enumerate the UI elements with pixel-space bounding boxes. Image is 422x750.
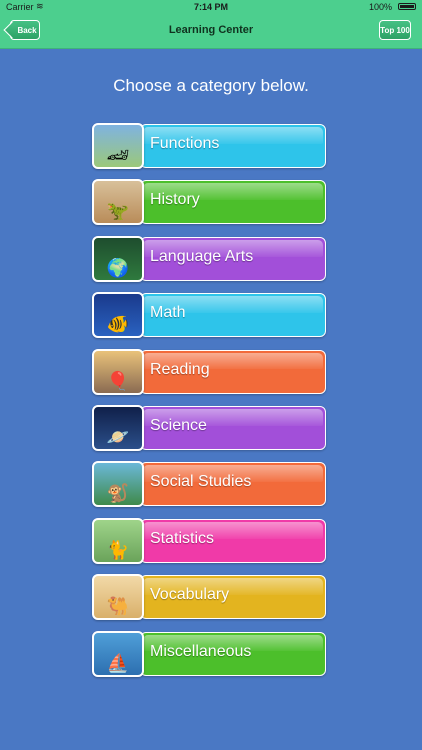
monkey-icon: 🐒 [92, 461, 144, 508]
page-title: Learning Center [168, 24, 254, 36]
battery-percentage: 100% [368, 2, 392, 12]
category-label: Reading [150, 360, 210, 378]
hot-air-balloon-icon: 🎈 [92, 348, 144, 395]
category-item-history[interactable]: History 🦖 [92, 179, 328, 226]
fish-icon: 🐠 [92, 292, 144, 339]
category-item-miscellaneous[interactable]: Miscellaneous ⛵ [92, 630, 328, 677]
race-car-icon: 🏎 [92, 123, 144, 169]
category-label: Vocabulary [150, 586, 230, 604]
category-item-vocabulary[interactable]: Vocabulary 🐫 [92, 574, 328, 621]
category-item-statistics[interactable]: Statistics 🐈 [92, 517, 328, 564]
status-bar: Carrier ≋ 7:14 PM 100% [0, 0, 422, 14]
cat-fence-icon: 🐈 [92, 517, 144, 564]
planets-icon: 🪐 [92, 405, 144, 451]
category-item-reading[interactable]: Reading 🎈 [92, 348, 328, 395]
category-item-social-studies[interactable]: Social Studies 🐒 [92, 461, 328, 508]
category-label: Social Studies [150, 473, 252, 491]
category-item-science[interactable]: Science 🪐 [92, 405, 328, 451]
category-item-functions[interactable]: Functions 🏎 [92, 123, 328, 169]
globe-icon: 🌍 [92, 235, 144, 282]
category-label: Science [150, 417, 207, 434]
category-label: History [150, 191, 200, 209]
dinosaur-icon: 🦖 [92, 179, 144, 226]
navigation-bar: Back Learning Center Top 100 [0, 14, 422, 49]
category-item-language-arts[interactable]: Language Arts 🌍 [92, 235, 328, 282]
category-heading: Choose a category below. [113, 76, 309, 95]
ship-icon: ⛵ [92, 630, 144, 677]
category-label: Miscellaneous [150, 642, 252, 660]
camel-desert-icon: 🐫 [92, 574, 144, 621]
category-item-math[interactable]: Math 🐠 [92, 292, 328, 339]
category-label: Functions [150, 135, 220, 152]
category-label: Statistics [150, 529, 215, 547]
status-time: 7:14 PM [193, 2, 228, 12]
category-label: Language Arts [150, 247, 254, 265]
battery-icon [398, 3, 416, 10]
top-100-button[interactable]: Top 100 [379, 20, 411, 40]
category-label: Math [150, 304, 186, 322]
